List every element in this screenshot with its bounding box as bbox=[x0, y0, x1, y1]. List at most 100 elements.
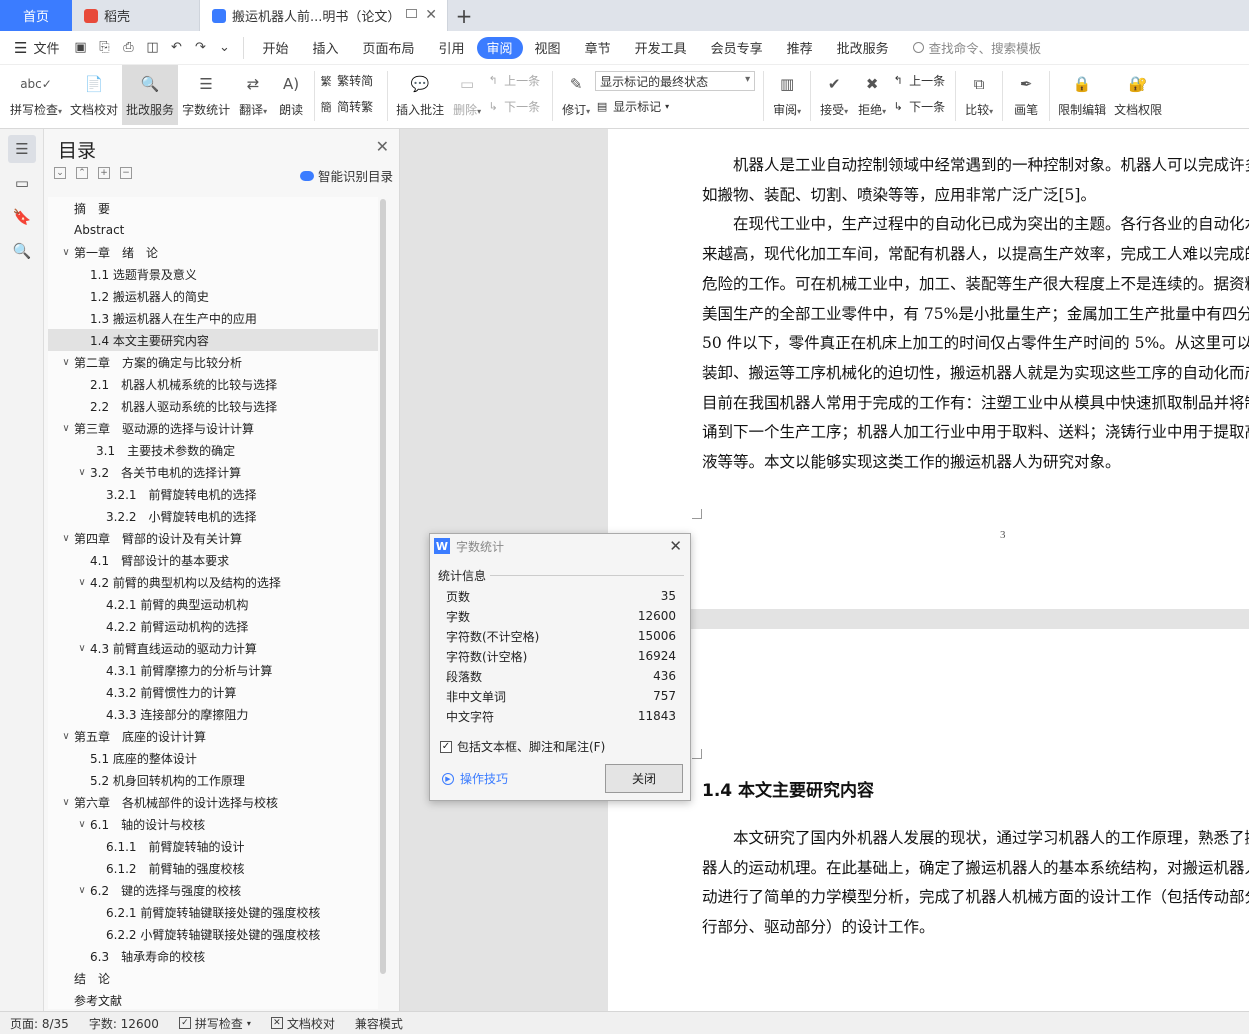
undo-icon[interactable]: ↶ bbox=[165, 37, 187, 59]
simp-to-trad-button[interactable]: 簡简转繁 bbox=[319, 98, 374, 115]
spell-check-button[interactable]: abc✓ 拼写检查▾ bbox=[0, 65, 66, 125]
toc-item[interactable]: 6.2.1 前臂旋转轴键联接处键的强度校核 bbox=[48, 901, 378, 923]
menu-developer[interactable]: 开发工具 bbox=[623, 37, 699, 59]
menu-layout[interactable]: 页面布局 bbox=[351, 37, 427, 59]
word-count-indicator[interactable]: 字数: 12600 bbox=[79, 1015, 169, 1032]
toc-item[interactable]: 6.1.1 前臂旋转轴的设计 bbox=[48, 835, 378, 857]
tips-link[interactable]: ▶ 操作技巧 bbox=[442, 770, 508, 787]
chapter-icon[interactable]: ▭ bbox=[8, 169, 36, 197]
toc-item[interactable]: 6.2.2 小臂旋转轴键联接处键的强度校核 bbox=[48, 923, 378, 945]
remove-icon[interactable]: − bbox=[120, 167, 132, 179]
toc-item[interactable]: 1.2 搬运机器人的简史 bbox=[48, 285, 378, 307]
translate-button[interactable]: ⇄ 翻译▾ bbox=[234, 65, 272, 125]
read-aloud-button[interactable]: A) 朗读 bbox=[272, 65, 310, 125]
toggle-chevron-icon[interactable]: ∨ bbox=[58, 247, 74, 258]
toc-item[interactable]: Abstract bbox=[48, 219, 378, 241]
toc-scrollbar[interactable] bbox=[380, 199, 386, 974]
more-icon[interactable]: ⌄ bbox=[213, 37, 235, 59]
toggle-chevron-icon[interactable]: ∨ bbox=[74, 577, 90, 588]
toc-item[interactable]: 4.3.1 前臂摩擦力的分析与计算 bbox=[48, 659, 378, 681]
toc-item[interactable]: 结 论 bbox=[48, 967, 378, 989]
menu-correction[interactable]: 批改服务 bbox=[825, 37, 901, 59]
toc-item[interactable]: ∨ 第四章 臂部的设计及有关计算 bbox=[48, 527, 378, 549]
prev-change-button[interactable]: ↰ 上一条 bbox=[891, 72, 946, 89]
expand-all-icon[interactable]: ⌄ bbox=[54, 167, 66, 179]
toggle-chevron-icon[interactable]: ∨ bbox=[58, 731, 74, 742]
toc-item[interactable]: ∨ 4.3 前臂直线运动的驱动力计算 bbox=[48, 637, 378, 659]
insert-comment-button[interactable]: 💬 插入批注 bbox=[392, 65, 448, 125]
review-pane-button[interactable]: ▥ 审阅▾ bbox=[768, 65, 806, 125]
toc-item[interactable]: ∨ 3.2 各关节电机的选择计算 bbox=[48, 461, 378, 483]
toc-item[interactable]: 4.2.2 前臂运动机构的选择 bbox=[48, 615, 378, 637]
screen-icon[interactable] bbox=[406, 9, 417, 18]
track-changes-button[interactable]: ✎ 修订▾ bbox=[557, 65, 595, 125]
toc-item[interactable]: ∨ 第五章 底座的设计计算 bbox=[48, 725, 378, 747]
menu-review[interactable]: 审阅 bbox=[476, 36, 523, 59]
include-notes-checkbox[interactable]: ✓ 包括文本框、脚注和尾注(F) bbox=[440, 738, 605, 755]
toc-item[interactable]: 6.3 轴承寿命的校核 bbox=[48, 945, 378, 967]
toc-item[interactable]: 5.2 机身回转机构的工作原理 bbox=[48, 769, 378, 791]
menu-reference[interactable]: 引用 bbox=[427, 37, 477, 59]
toc-item[interactable]: 6.1.2 前臂轴的强度校核 bbox=[48, 857, 378, 879]
close-tab-icon[interactable]: ✕ bbox=[425, 7, 437, 23]
toc-item[interactable]: 1.3 搬运机器人在生产中的应用 bbox=[48, 307, 378, 329]
prev-comment-button[interactable]: ↰ 上一条 bbox=[486, 72, 541, 89]
pen-button[interactable]: ✒ 画笔 bbox=[1007, 65, 1045, 125]
toc-item[interactable]: 1.4 本文主要研究内容 bbox=[48, 329, 378, 351]
toggle-chevron-icon[interactable]: ∨ bbox=[74, 885, 90, 896]
doc-permission-button[interactable]: 🔐 文档权限 bbox=[1110, 65, 1166, 125]
toc-item[interactable]: 2.2 机器人驱动系统的比较与选择 bbox=[48, 395, 378, 417]
find-icon[interactable]: 🔍 bbox=[8, 237, 36, 265]
menu-view[interactable]: 视图 bbox=[523, 37, 573, 59]
toc-icon[interactable]: ☰ bbox=[8, 135, 36, 163]
toc-item[interactable]: ∨ 4.2 前臂的典型机构以及结构的选择 bbox=[48, 571, 378, 593]
accept-button[interactable]: ✔ 接受▾ bbox=[815, 65, 853, 125]
menu-start[interactable]: 开始 bbox=[250, 37, 300, 59]
toc-item[interactable]: ∨ 第六章 各机械部件的设计选择与校核 bbox=[48, 791, 378, 813]
preview-icon[interactable]: ◫ bbox=[141, 37, 163, 59]
smart-toc-button[interactable]: 智能识别目录 bbox=[299, 166, 393, 185]
toggle-chevron-icon[interactable]: ∨ bbox=[58, 533, 74, 544]
add-icon[interactable]: + bbox=[98, 167, 110, 179]
toc-item[interactable]: 4.1 臂部设计的基本要求 bbox=[48, 549, 378, 571]
collapse-all-icon[interactable]: ⌃ bbox=[76, 167, 88, 179]
toc-item[interactable]: ∨ 第三章 驱动源的选择与设计计算 bbox=[48, 417, 378, 439]
toc-item[interactable]: 3.1 主要技术参数的确定 bbox=[48, 439, 378, 461]
export-icon[interactable]: ⎘ bbox=[93, 37, 115, 59]
toc-item[interactable]: 3.2.1 前臂旋转电机的选择 bbox=[48, 483, 378, 505]
toc-item[interactable]: 4.3.2 前臂惯性力的计算 bbox=[48, 681, 378, 703]
toc-item[interactable]: 摘 要 bbox=[48, 197, 378, 219]
toc-item[interactable]: 参考文献 bbox=[48, 989, 378, 1009]
toc-item[interactable]: 5.1 底座的整体设计 bbox=[48, 747, 378, 769]
menu-member[interactable]: 会员专享 bbox=[699, 37, 775, 59]
compare-button[interactable]: ⧉ 比较▾ bbox=[960, 65, 998, 125]
toggle-chevron-icon[interactable]: ∨ bbox=[58, 423, 74, 434]
command-search[interactable]: 查找命令、搜索模板 bbox=[912, 38, 1041, 57]
close-button[interactable]: 关闭 bbox=[605, 764, 683, 793]
menu-insert[interactable]: 插入 bbox=[300, 37, 350, 59]
markup-state-select[interactable]: 显示标记的最终状态 bbox=[595, 71, 756, 91]
tab-daoke[interactable]: 稻壳 bbox=[72, 0, 200, 31]
trad-to-simp-button[interactable]: 繁繁转简 bbox=[319, 72, 374, 89]
menu-section[interactable]: 章节 bbox=[573, 37, 623, 59]
tab-document[interactable]: 搬运机器人前...明书（论文） ✕ bbox=[200, 0, 448, 31]
toggle-chevron-icon[interactable]: ∨ bbox=[74, 643, 90, 654]
delete-comment-button[interactable]: ▭ 删除▾ bbox=[448, 65, 486, 125]
file-menu[interactable]: ☰ 文件 bbox=[0, 38, 69, 58]
spell-check-toggle[interactable]: ✓ 拼写检查 ▾ bbox=[169, 1015, 261, 1032]
next-comment-button[interactable]: ↳ 下一条 bbox=[486, 98, 541, 115]
page-indicator[interactable]: 页面: 8/35 bbox=[0, 1015, 79, 1032]
toc-item[interactable]: 1.1 选题背景及意义 bbox=[48, 263, 378, 285]
close-icon[interactable]: ✕ bbox=[376, 137, 389, 156]
reject-button[interactable]: ✖ 拒绝▾ bbox=[853, 65, 891, 125]
menu-recommend[interactable]: 推荐 bbox=[775, 37, 825, 59]
correction-service-button[interactable]: 🔍 批改服务 bbox=[122, 65, 179, 125]
restrict-edit-button[interactable]: 🔒 限制编辑 bbox=[1054, 65, 1110, 125]
toc-item[interactable]: 4.2.1 前臂的典型运动机构 bbox=[48, 593, 378, 615]
print-icon[interactable]: ⎙ bbox=[117, 37, 139, 59]
toc-item[interactable]: ∨ 6.1 轴的设计与校核 bbox=[48, 813, 378, 835]
save-icon[interactable]: ▣ bbox=[69, 37, 91, 59]
toc-item[interactable]: ∨ 第一章 绪 论 bbox=[48, 241, 378, 263]
next-change-button[interactable]: ↳ 下一条 bbox=[891, 98, 946, 115]
doc-check-button[interactable]: 📄 文档校对 bbox=[66, 65, 122, 125]
